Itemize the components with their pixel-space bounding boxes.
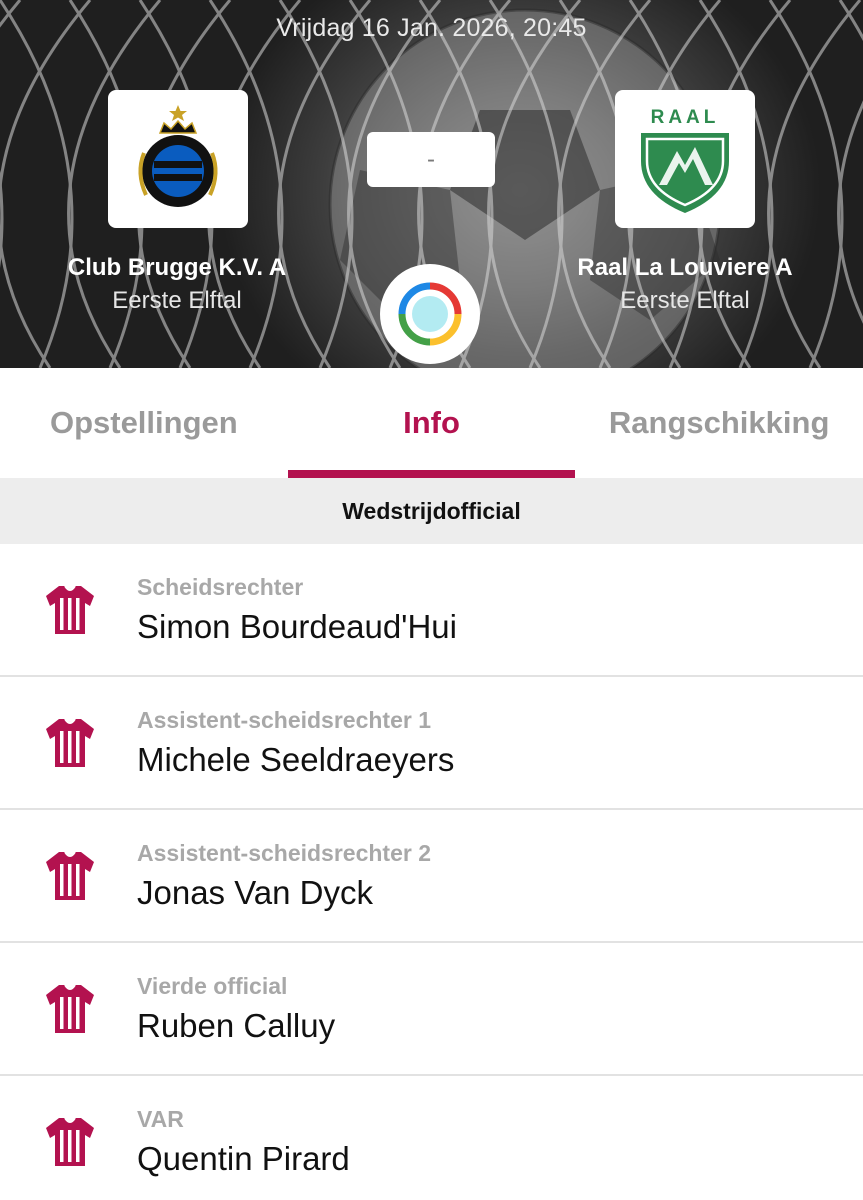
tab-info[interactable]: Info bbox=[288, 368, 576, 478]
list-item[interactable]: Assistent-scheidsrechter 2 Jonas Van Dyc… bbox=[0, 810, 863, 943]
net-line bbox=[0, 170, 4, 268]
tab-bar: Opstellingen Info Rangschikking bbox=[0, 368, 863, 478]
official-name: Simon Bourdeaud'Hui bbox=[137, 608, 457, 645]
club-brugge-crest-icon bbox=[138, 105, 218, 207]
section-title: Wedstrijdofficial bbox=[0, 478, 863, 544]
raal-la-louviere-crest-icon: RAAL bbox=[641, 107, 729, 213]
away-team-logo[interactable]: RAAL bbox=[615, 90, 755, 228]
referee-shirt-icon bbox=[44, 584, 96, 636]
official-role: Assistent-scheidsrechter 2 bbox=[137, 840, 432, 866]
list-item[interactable]: Scheidsrechter Simon Bourdeaud'Hui bbox=[0, 544, 863, 677]
active-tab-indicator bbox=[288, 470, 575, 478]
tab-rangschikking[interactable]: Rangschikking bbox=[575, 368, 863, 478]
official-name: Michele Seeldraeyers bbox=[137, 741, 455, 778]
home-team-name[interactable]: Club Brugge K.V. A bbox=[27, 254, 327, 282]
tab-opstellingen[interactable]: Opstellingen bbox=[0, 368, 288, 478]
match-header: Vrijdag 16 Jan. 2026, 20:45 - RAAL Club … bbox=[0, 0, 863, 368]
match-score: - bbox=[367, 132, 495, 187]
official-role: Scheidsrechter bbox=[137, 574, 304, 600]
away-team-subtitle: Eerste Elftal bbox=[620, 287, 750, 314]
official-role: VAR bbox=[137, 1106, 184, 1132]
referee-shirt-icon bbox=[44, 717, 96, 769]
official-role: Vierde official bbox=[137, 973, 288, 999]
referee-shirt-icon bbox=[44, 850, 96, 902]
official-role: Assistent-scheidsrechter 1 bbox=[137, 707, 432, 733]
net-line bbox=[0, 0, 22, 28]
svg-text:RAAL: RAAL bbox=[651, 107, 720, 128]
net-line bbox=[837, 100, 863, 324]
referee-shirt-icon bbox=[44, 1116, 96, 1168]
home-team-logo[interactable] bbox=[108, 90, 248, 228]
official-name: Ruben Calluy bbox=[137, 1007, 336, 1044]
referee-shirt-icon bbox=[44, 983, 96, 1035]
away-team-name[interactable]: Raal La Louviere A bbox=[535, 254, 835, 282]
match-datetime: Vrijdag 16 Jan. 2026, 20:45 bbox=[276, 14, 587, 42]
official-name: Quentin Pirard bbox=[137, 1140, 350, 1177]
report-racism-badge-icon bbox=[380, 264, 480, 364]
official-name: Jonas Van Dyck bbox=[137, 874, 373, 911]
list-item[interactable]: Vierde official Ruben Calluy bbox=[0, 943, 863, 1076]
home-team-subtitle: Eerste Elftal bbox=[112, 287, 242, 314]
list-item[interactable]: VAR Quentin Pirard bbox=[0, 1076, 863, 1200]
officials-list: Scheidsrechter Simon Bourdeaud'Hui Assis… bbox=[0, 544, 863, 1200]
list-item[interactable]: Assistent-scheidsrechter 1 Michele Seeld… bbox=[0, 677, 863, 810]
